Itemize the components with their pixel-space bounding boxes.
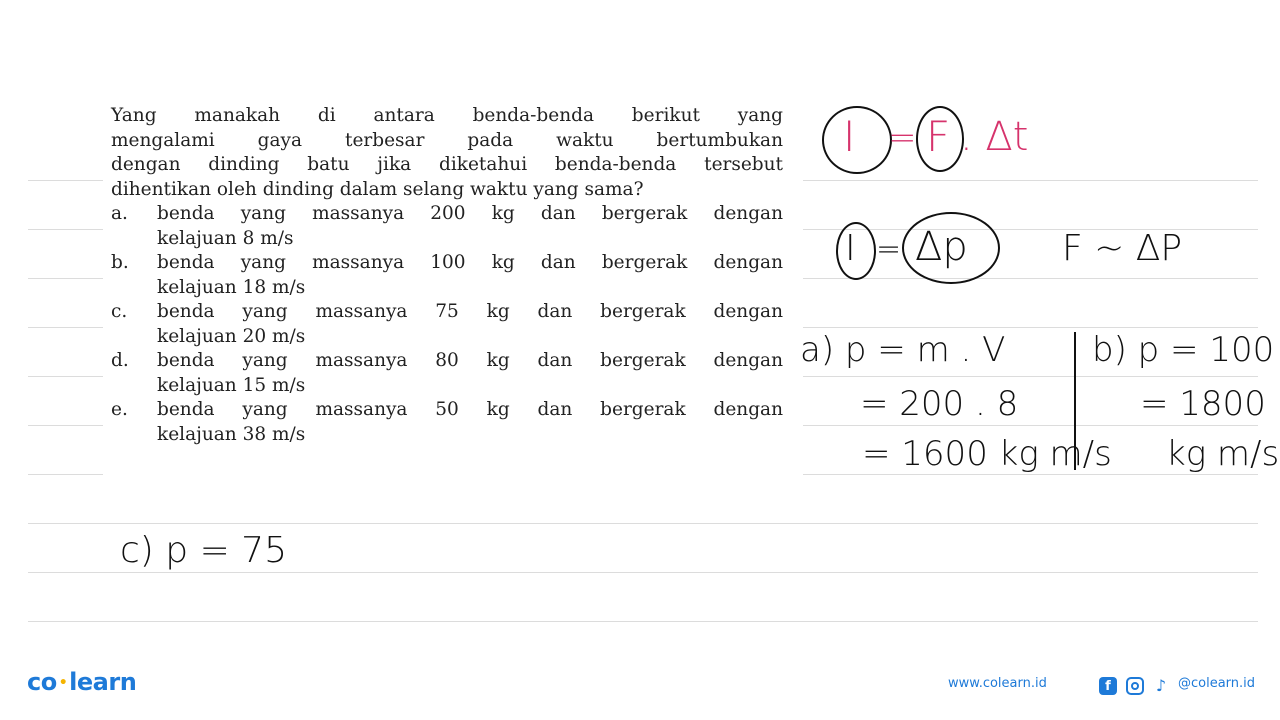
option-text: kelajuan 8 m/s bbox=[157, 227, 294, 249]
option-text: kelajuan 38 m/s bbox=[157, 423, 306, 445]
option-d: d. benda yang massanya 80 kg dan bergera… bbox=[111, 349, 783, 398]
ruled-line bbox=[28, 278, 103, 279]
equals-sign: = bbox=[876, 232, 902, 267]
ruled-line bbox=[28, 425, 103, 426]
solution-b-line: kg m/s bbox=[1166, 434, 1280, 474]
question-block: Yang manakah di antara benda-benda berik… bbox=[111, 104, 783, 447]
solution-c-line: c) p = 75 bbox=[120, 530, 287, 571]
delta-t: . Δt bbox=[960, 114, 1029, 160]
circle-annotation bbox=[822, 106, 892, 174]
equals-sign: = bbox=[888, 118, 917, 158]
circle-annotation bbox=[836, 222, 876, 280]
option-letter: b. bbox=[111, 252, 129, 273]
colearn-logo: co •learn bbox=[27, 668, 137, 696]
ruled-line bbox=[28, 180, 103, 181]
option-text: benda yang massanya 200 kg dan bergerak … bbox=[157, 203, 783, 224]
logo-text: co bbox=[27, 668, 57, 696]
ruled-line bbox=[28, 376, 103, 377]
facebook-icon[interactable]: f bbox=[1099, 677, 1117, 695]
ruled-line bbox=[28, 229, 103, 230]
ruled-line bbox=[28, 523, 1258, 524]
ruled-line bbox=[28, 572, 1258, 573]
option-a: a. benda yang massanya 200 kg dan berger… bbox=[111, 202, 783, 251]
option-text: benda yang massanya 50 kg dan bergerak d… bbox=[157, 399, 783, 420]
force-symbol: F bbox=[926, 112, 951, 161]
solution-a-line: a) p = m . V bbox=[800, 330, 1006, 370]
option-letter: e. bbox=[111, 399, 128, 420]
question-stem-line: dengan dinding batu jika diketahui benda… bbox=[111, 154, 783, 175]
proportion-relation: F ~ ΔP bbox=[1062, 228, 1183, 269]
option-text: kelajuan 20 m/s bbox=[157, 325, 306, 347]
ruled-line bbox=[803, 327, 1258, 328]
ruled-line bbox=[28, 474, 103, 475]
option-text: benda yang massanya 100 kg dan bergerak … bbox=[157, 252, 783, 273]
tiktok-icon[interactable]: ♪ bbox=[1152, 677, 1170, 695]
ruled-line bbox=[803, 425, 1258, 426]
option-letter: a. bbox=[111, 203, 128, 224]
impulse-symbol: I bbox=[843, 112, 856, 161]
solution-b-line: = 1800 bbox=[1140, 384, 1266, 424]
logo-dot: • bbox=[58, 675, 68, 691]
option-text: benda yang massanya 80 kg dan bergerak d… bbox=[157, 350, 783, 371]
ruled-line bbox=[803, 278, 1258, 279]
question-stem-line: mengalami gaya terbesar pada waktu bertu… bbox=[111, 129, 783, 151]
option-c: c. benda yang massanya 75 kg dan bergera… bbox=[111, 300, 783, 349]
ruled-line bbox=[803, 229, 1258, 230]
ruled-line bbox=[803, 376, 1258, 377]
option-letter: d. bbox=[111, 350, 129, 371]
solution-a-line: = 200 . 8 bbox=[860, 384, 1019, 424]
ruled-line bbox=[803, 474, 1258, 475]
instagram-icon[interactable] bbox=[1126, 677, 1144, 695]
social-handle[interactable]: @colearn.id bbox=[1178, 676, 1255, 691]
option-text: kelajuan 18 m/s bbox=[157, 276, 306, 298]
impulse-symbol: I bbox=[845, 228, 856, 269]
solution-b-line: b) p = 100 18 bbox=[1092, 330, 1280, 370]
website-link[interactable]: www.colearn.id bbox=[948, 676, 1047, 691]
delta-p: Δp bbox=[915, 224, 968, 270]
ruled-line bbox=[28, 327, 103, 328]
logo-text: learn bbox=[69, 668, 137, 696]
divider-line bbox=[1074, 332, 1076, 470]
question-stem-line: Yang manakah di antara benda-benda berik… bbox=[111, 105, 783, 126]
question-stem: Yang manakah di antara benda-benda berik… bbox=[111, 104, 783, 202]
option-b: b. benda yang massanya 100 kg dan berger… bbox=[111, 251, 783, 300]
option-letter: c. bbox=[111, 301, 128, 322]
ruled-line bbox=[28, 621, 1258, 622]
option-text: benda yang massanya 75 kg dan bergerak d… bbox=[157, 301, 783, 322]
question-stem-line: dihentikan oleh dinding dalam selang wak… bbox=[111, 178, 644, 200]
option-text: kelajuan 15 m/s bbox=[157, 374, 306, 396]
option-e: e. benda yang massanya 50 kg dan bergera… bbox=[111, 398, 783, 447]
ruled-line bbox=[803, 180, 1258, 181]
